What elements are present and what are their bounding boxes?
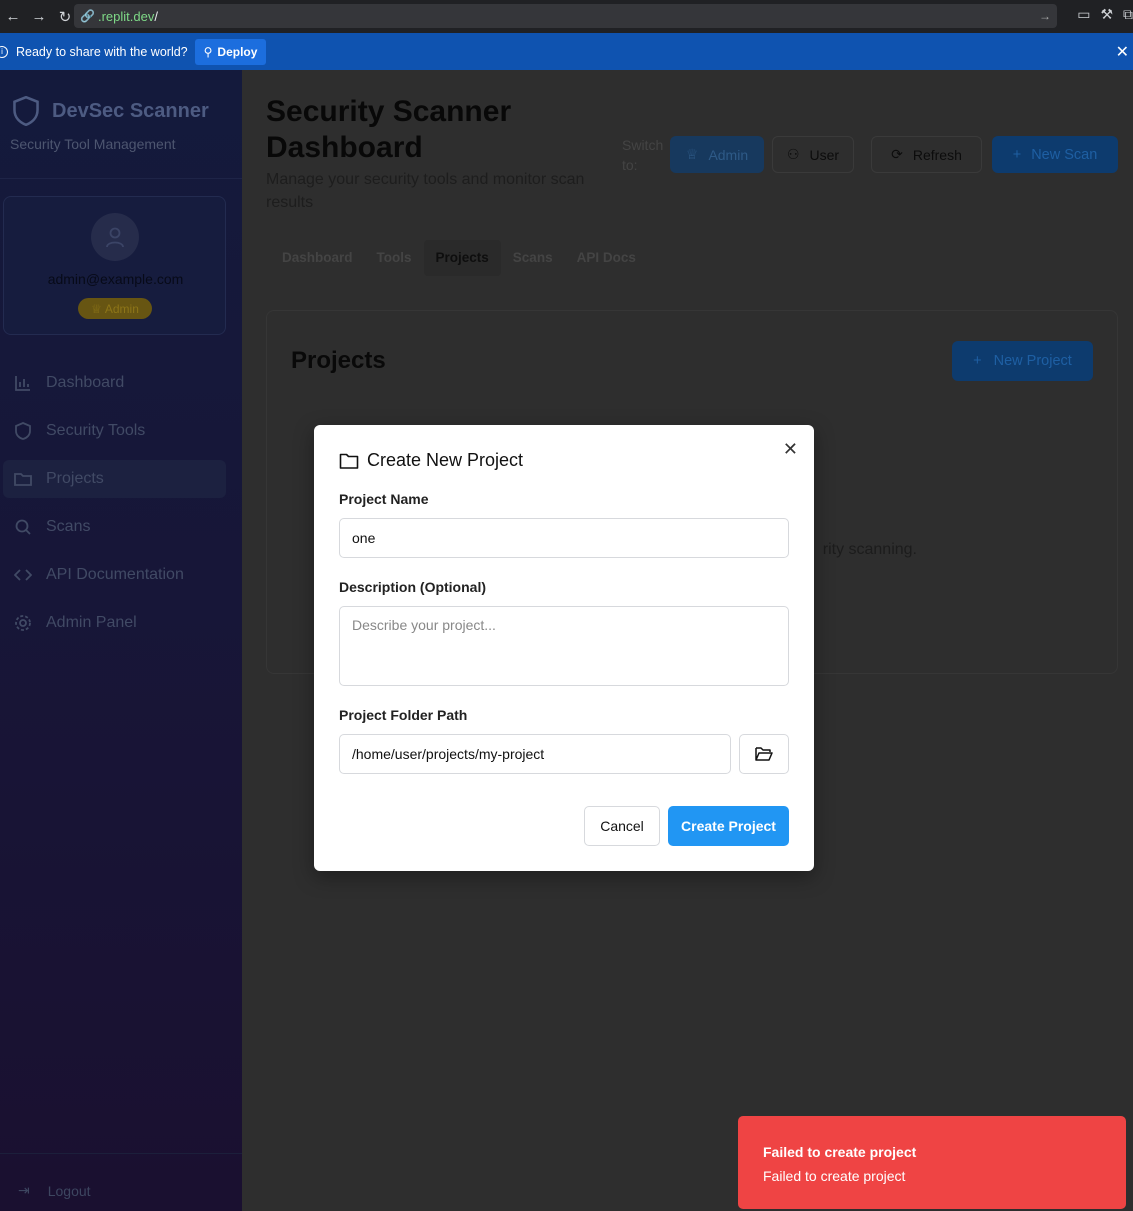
refresh-icon: ⟳	[891, 146, 903, 162]
logout-icon: ⇥	[18, 1182, 30, 1198]
new-project-button[interactable]: + New Project	[952, 341, 1093, 381]
sidebar-item-label: Projects	[46, 470, 104, 487]
sidebar-item-label: Dashboard	[46, 374, 125, 391]
deploy-message: Ready to share with the world?	[16, 44, 188, 59]
external-link-icon[interactable]: ⧉	[1123, 6, 1133, 23]
switch-label: Switch to:	[622, 137, 664, 173]
user-label: User	[809, 146, 840, 163]
deploy-banner: i Ready to share with the world? ⚲ Deplo…	[0, 33, 1133, 70]
sidebar-item-label: Security Tools	[46, 422, 146, 439]
logout-button[interactable]: ⇥ Logout	[18, 1182, 91, 1199]
project-name-input[interactable]	[339, 518, 789, 558]
info-icon: i	[0, 45, 8, 58]
new-scan-label: New Scan	[1031, 146, 1098, 163]
url-path: /	[154, 8, 158, 24]
browse-folder-button[interactable]	[739, 734, 789, 774]
tab-projects[interactable]: Projects	[423, 240, 501, 276]
tab-scans[interactable]: Scans	[501, 240, 565, 276]
link-icon: 🔗	[80, 9, 95, 23]
avatar	[91, 213, 139, 261]
back-icon[interactable]: ←	[0, 8, 26, 25]
tab-bar: Dashboard Tools Projects Scans API Docs	[270, 240, 648, 276]
monitor-icon[interactable]: ▭	[1077, 6, 1090, 23]
url-host: .replit.dev	[97, 8, 155, 24]
folder-open-icon	[755, 747, 773, 761]
empty-state-text: rity scanning.	[822, 541, 917, 558]
sidebar-item-api-documentation[interactable]: API Documentation	[3, 556, 226, 594]
create-project-dialog: ✕ Create New Project Project Name Descri…	[314, 425, 814, 871]
user-icon	[106, 227, 124, 248]
dialog-title-text: Create New Project	[367, 450, 524, 470]
sidebar-item-scans[interactable]: Scans	[3, 508, 226, 546]
go-icon[interactable]: →	[1039, 9, 1051, 23]
deploy-icon: ⚲	[203, 44, 213, 59]
role-badge: ♕ Admin	[78, 298, 152, 319]
sidebar-item-projects[interactable]: Projects	[3, 460, 226, 498]
folder-icon	[14, 473, 32, 486]
description-label: Description (Optional)	[339, 579, 486, 595]
sidebar-item-label: API Documentation	[46, 566, 184, 583]
create-project-button[interactable]: Create Project	[668, 806, 789, 846]
user-email: admin@example.com	[47, 271, 184, 287]
projects-title: Projects	[291, 347, 386, 374]
role-label: Admin	[104, 301, 139, 316]
dialog-title: Create New Project	[339, 450, 523, 471]
tab-api-docs[interactable]: API Docs	[565, 240, 648, 276]
address-bar[interactable]: 🔗 .replit.dev / →	[74, 4, 1057, 28]
sidebar-divider	[0, 178, 242, 179]
close-banner-icon[interactable]: ✕	[1116, 42, 1129, 62]
crown-icon: ♕	[91, 301, 102, 316]
new-scan-button[interactable]: + New Scan	[992, 136, 1118, 173]
switch-admin-button[interactable]: ♕ Admin	[670, 136, 764, 173]
sidebar-item-dashboard[interactable]: Dashboard	[3, 364, 226, 402]
sidebar-item-label: Admin Panel	[46, 614, 137, 631]
project-name-label: Project Name	[339, 491, 429, 507]
brand: DevSec Scanner	[12, 96, 209, 126]
plus-icon: +	[973, 353, 982, 369]
shield-logo-icon	[13, 96, 39, 126]
switch-user-button[interactable]: ⚇ User	[772, 136, 854, 173]
new-project-label: New Project	[993, 353, 1072, 369]
deploy-label: Deploy	[217, 44, 258, 59]
sidebar-item-admin-panel[interactable]: Admin Panel	[3, 604, 226, 642]
search-icon	[15, 519, 31, 535]
cancel-button[interactable]: Cancel	[584, 806, 660, 846]
sidebar-item-label: Scans	[46, 518, 91, 535]
sidebar: DevSec Scanner Security Tool Management …	[0, 70, 242, 1211]
brand-subtitle: Security Tool Management	[10, 136, 176, 152]
plus-icon: +	[1012, 146, 1022, 163]
shield-icon	[15, 422, 31, 440]
folder-path-input[interactable]	[339, 734, 731, 774]
page-title: Security Scanner Dashboard	[266, 95, 512, 164]
close-icon[interactable]: ✕	[783, 439, 798, 460]
tab-dashboard[interactable]: Dashboard	[270, 240, 365, 276]
tab-tools[interactable]: Tools	[365, 240, 424, 276]
sidebar-item-security-tools[interactable]: Security Tools	[3, 412, 226, 450]
page-subtitle: Manage your security tools and monitor s…	[266, 171, 585, 211]
refresh-label: Refresh	[912, 146, 962, 163]
wrench-icon[interactable]: ⚒	[1100, 6, 1113, 23]
folder-icon	[339, 453, 359, 469]
admin-label: Admin	[708, 146, 749, 163]
refresh-button[interactable]: ⟳ Refresh	[871, 136, 982, 173]
logout-label: Logout	[47, 1182, 91, 1199]
code-icon	[14, 569, 32, 581]
crown-icon: ♕	[685, 146, 699, 162]
logout-divider	[0, 1153, 242, 1154]
user-card: admin@example.com ♕ Admin	[3, 196, 226, 335]
description-textarea[interactable]	[339, 606, 789, 686]
folder-path-label: Project Folder Path	[339, 707, 468, 723]
error-toast: Failed to create project Failed to creat…	[738, 1116, 1126, 1209]
sidebar-nav: Dashboard Security Tools Projects Scans …	[0, 364, 242, 652]
brand-title: DevSec Scanner	[52, 99, 209, 122]
forward-icon[interactable]: →	[26, 8, 52, 25]
user-icon: ⚇	[786, 146, 800, 162]
bar-chart-icon	[15, 376, 30, 391]
toast-title: Failed to create project	[763, 1144, 917, 1160]
gear-icon	[15, 615, 31, 631]
toast-description: Failed to create project	[763, 1168, 906, 1184]
deploy-button[interactable]: ⚲ Deploy	[194, 38, 267, 65]
browser-toolbar: ← → ↻ 🔗 .replit.dev / → ▭ ⚒ ⧉	[0, 0, 1133, 33]
